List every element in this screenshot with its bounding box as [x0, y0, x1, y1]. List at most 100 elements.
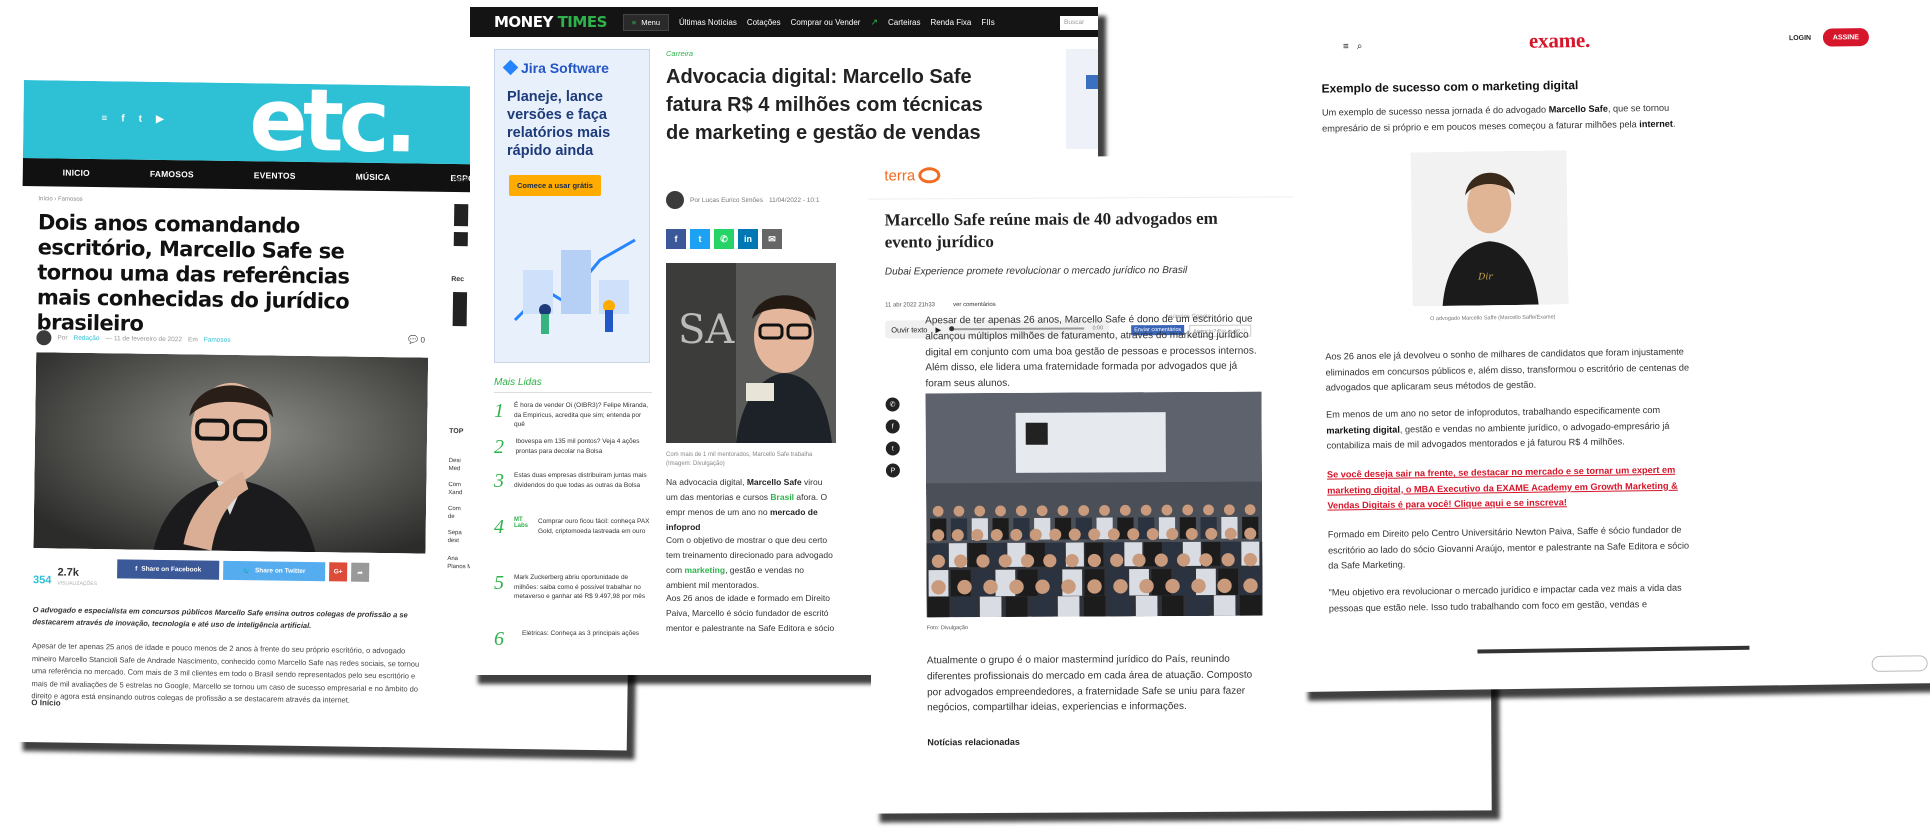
sidebar-fragment[interactable]: de: [448, 514, 455, 520]
nav-ultimas-noticias[interactable]: Últimas Notícias: [679, 18, 737, 27]
sidebar-thumb[interactable]: [453, 232, 468, 247]
list-item-title: Estas duas empresas distribuiram juntas …: [514, 472, 647, 489]
list-item[interactable]: 3 Estas duas empresas distribuiram juntas…: [494, 471, 652, 491]
moneytimes-topbar: MONEY TIMES ≡ Menu Últimas Notícias Cotaç…: [470, 7, 1098, 37]
sidebar-thumb[interactable]: [454, 204, 469, 227]
sidebar-fragment[interactable]: Sepa: [448, 530, 462, 536]
search-icon[interactable]: ⌕: [1357, 41, 1363, 52]
list-item[interactable]: 4 MT Labs Comprar ouro ficou fácil: conheç…: [494, 517, 652, 537]
list-item[interactable]: 2 Ibovespa em 135 mil pontos? Veja 4 açõe…: [494, 437, 652, 457]
sidebar-fragment[interactable]: Com: [448, 482, 461, 488]
terra-logo-text: terra: [884, 166, 916, 185]
jira-logo: Jira Software: [502, 59, 609, 76]
nav-item-inicio[interactable]: INICIO: [63, 168, 90, 178]
list-item-title: Elétricas: Conheça as 3 principais ações: [522, 630, 640, 637]
subscribe-button[interactable]: ASSINE: [1822, 27, 1870, 47]
youtube-icon[interactable]: ▶: [156, 114, 164, 125]
comments-link[interactable]: ver comentários: [953, 302, 996, 308]
publish-date: 11/04/2022 - 10:1: [768, 196, 820, 204]
share-buttons: f t ✆ in ✉: [666, 229, 782, 249]
pinterest-icon[interactable]: P: [885, 463, 900, 478]
twitter-icon[interactable]: t: [885, 441, 900, 456]
comment-count[interactable]: 💬 0: [408, 335, 425, 344]
mt-labs-logo: MT Labs: [514, 517, 529, 529]
sidebar-widget[interactable]: [1066, 49, 1098, 149]
nav-comprar-vender[interactable]: Comprar ou Vender: [791, 18, 861, 27]
logo-part-money: MONEY: [494, 12, 553, 31]
nav-item-famosos[interactable]: FAMOSOS: [150, 169, 194, 180]
list-item-title: Comprar ouro ficou fácil: conheça PAX Go…: [538, 518, 650, 535]
login-link[interactable]: LOGIN: [1789, 35, 1811, 42]
menu-icon[interactable]: ≡: [101, 113, 107, 124]
article-paragraph: Aos 26 anos de idade e formado em Direit…: [666, 593, 835, 633]
nav-item-eventos[interactable]: EVENTOS: [254, 170, 296, 181]
list-item[interactable]: 1 É hora de vender Oi (OIBR3)? Felipe Mir…: [494, 401, 652, 430]
bottom-overlay-bar: [1477, 645, 1750, 654]
sidebar-fragment[interactable]: Ana: [447, 556, 458, 562]
twitter-icon[interactable]: t: [139, 114, 142, 125]
moneytimes-logo[interactable]: MONEY TIMES: [494, 12, 607, 31]
hamburger-icon[interactable]: ≡: [1343, 41, 1349, 52]
sidebar-thumb[interactable]: [452, 292, 468, 327]
sidebar-fragment: Face: [452, 175, 469, 184]
sidebar-fragment[interactable]: Med: [449, 466, 461, 472]
mba-promo-link[interactable]: Se você deseja sair na frente, se destac…: [1327, 462, 1700, 514]
photo-caption: O advogado Marcello Saffe (Marcello Saff…: [1430, 314, 1556, 323]
nav-fiis[interactable]: FIIs: [981, 18, 994, 27]
share-twitter-button[interactable]: 🐦 Share on Twitter: [223, 560, 326, 582]
list-item-title: Mark Zuckerberg abriu oportunidade de mi…: [514, 574, 646, 600]
nav-renda-fixa[interactable]: Renda Fixa: [930, 18, 971, 27]
linkedin-share-icon[interactable]: in: [738, 229, 758, 249]
whatsapp-icon[interactable]: ✆: [885, 397, 900, 412]
search-input[interactable]: Buscar: [1060, 16, 1098, 30]
category-link[interactable]: Famosos: [204, 337, 231, 344]
category-label[interactable]: Carreira: [666, 49, 693, 58]
twitter-share-icon[interactable]: t: [690, 229, 710, 249]
exame-logo[interactable]: exame.: [1529, 28, 1591, 53]
nav-carteiras[interactable]: Carteiras: [888, 18, 920, 27]
list-item[interactable]: 6 Elétricas: Conheça as 3 principais açõe…: [494, 629, 652, 649]
email-share-icon[interactable]: ✉: [762, 229, 782, 249]
facebook-share-icon[interactable]: f: [666, 229, 686, 249]
menu-label: Menu: [641, 17, 661, 27]
sidebar-fragment[interactable]: Com: [448, 506, 461, 512]
rank-number: 3: [494, 470, 504, 492]
ad-cta-button[interactable]: Comece a usar grátis: [509, 175, 601, 196]
whatsapp-share-icon[interactable]: ✆: [714, 229, 734, 249]
list-item-title: Ibovespa em 135 mil pontos? Veja 4 ações…: [515, 438, 640, 455]
rank-number: 6: [494, 628, 504, 650]
sidebar-fragment[interactable]: dest: [448, 538, 459, 544]
share-gplus-button[interactable]: G+: [329, 562, 348, 582]
breadcrumb[interactable]: Início › Famosos: [38, 196, 82, 203]
divider: [494, 392, 652, 393]
photo-caption: Com mais de 1 mil mentorados, Marcello S…: [666, 452, 813, 467]
sidebar-fragment[interactable]: Desi: [449, 458, 461, 464]
floating-pill-button[interactable]: [1871, 655, 1928, 673]
views-label: VISUALIZAÇÕES: [57, 580, 98, 588]
share-facebook-button[interactable]: f Share on Facebook: [117, 559, 220, 580]
author-link[interactable]: Redação: [73, 335, 99, 342]
p1-link[interactable]: Brasil: [770, 492, 794, 502]
p2-link[interactable]: marketing: [684, 565, 725, 575]
publish-date: 11 abr 2022 21h33: [885, 302, 936, 309]
sidebar-button[interactable]: [1086, 75, 1098, 89]
share-stats: 354 2.7k VISUALIZAÇÕES: [33, 562, 98, 588]
share-arrow-icon: ➦: [357, 569, 363, 577]
author-name[interactable]: Por Lucas Eurico Simões: [690, 197, 763, 204]
terra-logo[interactable]: terra: [884, 166, 941, 185]
facebook-icon[interactable]: f: [121, 113, 124, 124]
nav-cotacoes[interactable]: Cotações: [747, 18, 781, 27]
p1-text: Na advocacia digital,: [666, 477, 745, 487]
etc-logo[interactable]: etc.: [249, 80, 413, 172]
p3-bold: marketing digital: [1326, 424, 1400, 436]
facebook-icon[interactable]: f: [885, 419, 900, 434]
mais-lidas-heading: Mais Lidas: [494, 377, 542, 388]
article-title: Dois anos comandando escritório, Marcell…: [36, 210, 350, 336]
menu-button[interactable]: ≡ Menu: [622, 13, 670, 31]
svg-text:SA: SA: [678, 307, 735, 353]
list-item[interactable]: 5 Mark Zuckerberg abriu oportunidade de m…: [494, 573, 652, 602]
share-more-button[interactable]: ➦: [351, 562, 370, 582]
jira-ad[interactable]: Jira Software Planeje, lance versões e f…: [494, 49, 650, 363]
sidebar-fragment[interactable]: Xand: [448, 490, 462, 496]
nav-item-musica[interactable]: MÚSICA: [356, 172, 391, 182]
